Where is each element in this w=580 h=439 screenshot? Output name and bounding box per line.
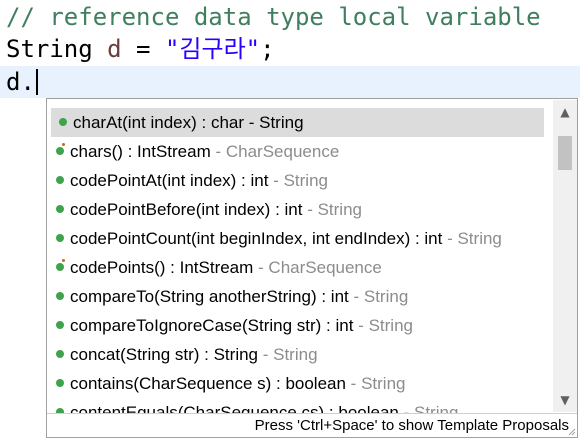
proposal-signature: codePointAt(int index) : int (70, 171, 269, 190)
text-caret (35, 69, 38, 95)
proposal-separator: - (253, 258, 269, 277)
proposal-declaring-type: String (457, 229, 502, 248)
proposal-item[interactable]: charAt(int index) : char - String (51, 108, 544, 137)
proposal-item[interactable]: chars() : IntStream - CharSequence (48, 137, 554, 166)
public-method-icon (56, 321, 64, 329)
proposal-separator: - (210, 142, 226, 161)
proposal-separator: - (353, 316, 369, 335)
public-method-icon (56, 350, 64, 358)
variable-name: d (107, 35, 122, 63)
proposal-declaring-type: String (283, 171, 328, 190)
type-keyword: String (6, 35, 93, 63)
proposal-declaring-type: String (273, 345, 318, 364)
proposal-item[interactable]: concat(String str) : String - String (48, 340, 554, 369)
public-method-icon (59, 118, 67, 126)
proposal-item[interactable]: compareToIgnoreCase(String str) : int - … (48, 311, 554, 340)
proposal-declaring-type: CharSequence (225, 142, 340, 161)
public-method-icon (56, 176, 64, 184)
public-method-icon (56, 234, 64, 242)
proposal-item[interactable]: codePointAt(int index) : int - String (48, 166, 554, 195)
current-line[interactable]: d. (0, 66, 580, 98)
proposal-signature: concat(String str) : String (70, 345, 259, 364)
comment-line: // reference data type local variable (6, 3, 541, 31)
proposal-signature: compareToIgnoreCase(String str) : int (70, 316, 354, 335)
proposal-declaring-type: String (363, 287, 409, 306)
proposal-separator: - (442, 229, 458, 248)
proposal-declaring-type: String (361, 374, 406, 393)
proposal-signature: compareTo(String anotherString) : int (70, 287, 349, 306)
proposal-separator: - (258, 345, 274, 364)
proposal-separator: - (348, 287, 364, 306)
proposal-declaring-type: String (259, 113, 304, 132)
proposal-signature: chars() : IntStream (70, 142, 211, 161)
template-proposals-hint: Press 'Ctrl+Space' to show Template Prop… (47, 413, 577, 437)
proposal-item[interactable]: codePointBefore(int index) : int - Strin… (48, 195, 554, 224)
proposal-declaring-type: CharSequence (268, 258, 382, 277)
scrollbar-thumb[interactable] (558, 136, 572, 170)
proposal-declaring-type: String (368, 316, 413, 335)
default-method-icon (56, 259, 65, 271)
proposal-separator: - (345, 374, 362, 393)
content-assist-popup[interactable]: charAt(int index) : char - String chars(… (46, 98, 578, 438)
proposal-declaring-type: String (317, 200, 362, 219)
string-literal: "김구라" (164, 35, 261, 63)
equals-sign: = (121, 35, 165, 63)
public-method-icon (56, 292, 64, 300)
resize-grip-icon[interactable] (566, 426, 576, 436)
proposal-signature: codePointCount(int beginIndex, int endIn… (70, 229, 443, 248)
public-method-icon (56, 379, 64, 387)
semicolon: ; (260, 35, 275, 63)
proposal-signature: contains(CharSequence s) : boolean (70, 374, 346, 393)
proposal-separator: - (302, 200, 318, 219)
proposal-item[interactable]: contains(CharSequence s) : boolean - Str… (48, 369, 554, 398)
proposal-signature: codePointBefore(int index) : int (70, 200, 303, 219)
declaration-line: String d = "김구라"; (6, 33, 275, 65)
scroll-up-arrow-icon[interactable]: ▲ (553, 100, 577, 124)
proposal-item[interactable]: compareTo(String anotherString) : int - … (48, 282, 554, 311)
current-line-text: d. (6, 68, 35, 96)
proposal-separator: - (268, 171, 284, 190)
proposal-item[interactable]: codePoints() : IntStream - CharSequence (48, 253, 554, 282)
proposal-signature: codePoints() : IntStream (70, 258, 254, 277)
proposal-signature: charAt(int index) : char (73, 113, 245, 132)
public-method-icon (56, 205, 64, 213)
proposal-item[interactable]: codePointCount(int beginIndex, int endIn… (48, 224, 554, 253)
proposal-list[interactable]: charAt(int index) : char - String chars(… (48, 100, 554, 414)
proposal-item[interactable]: contentEquals(CharSequence cs) : boolean… (48, 398, 554, 414)
default-method-icon (56, 143, 65, 155)
proposal-separator: - (244, 113, 260, 132)
proposal-scrollbar[interactable]: ▲ ▼ (553, 100, 577, 412)
scroll-down-arrow-icon[interactable]: ▼ (553, 388, 577, 412)
